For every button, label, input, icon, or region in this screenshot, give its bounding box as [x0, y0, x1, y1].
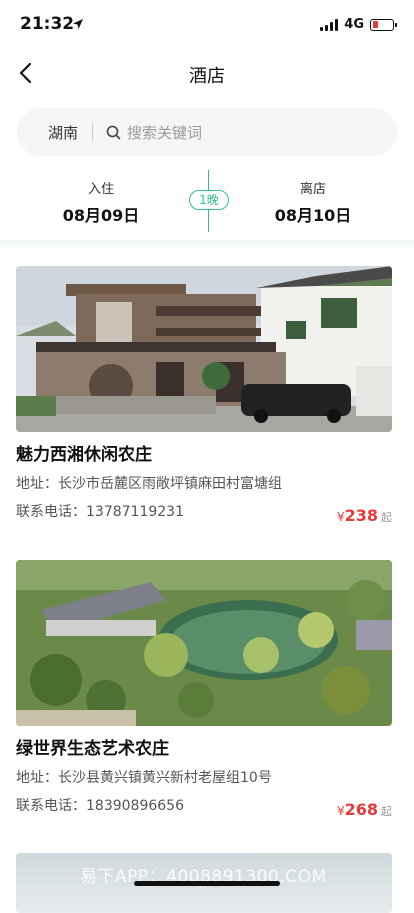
hotel-card[interactable]: 绿世界生态艺术农庄 地址：长沙县黄兴镇黄兴新村老屋组10号 联系电话：18390…: [16, 560, 392, 826]
hotel-name: 魅力西湘休闲农庄: [16, 445, 152, 465]
status-time: 21:32: [20, 14, 75, 34]
currency-symbol: ¥: [336, 510, 345, 524]
hotel-phone: 联系电话：13787119231: [16, 504, 184, 520]
nav-bar: 酒店: [0, 50, 414, 96]
nights-divider-top: [208, 170, 209, 190]
location-arrow-icon: [73, 19, 83, 29]
hotel-price: ¥238 起: [337, 506, 392, 525]
battery-icon: [370, 18, 397, 31]
search-divider: [92, 123, 94, 141]
hotel-address: 地址：长沙县黄兴镇黄兴新村老屋组10号: [16, 770, 272, 786]
checkin-value: 08月09日: [62, 206, 140, 225]
search-icon: [106, 125, 121, 140]
hotel-photo: [16, 560, 392, 726]
search-bar[interactable]: 湖南 搜索关键词: [17, 108, 397, 156]
hotel-phone: 联系电话：18390896656: [16, 798, 184, 814]
hotel-price: ¥268 起: [337, 800, 392, 819]
checkout-value: 08月10日: [274, 206, 352, 225]
price-suffix: 起: [381, 511, 392, 524]
price-value: 268: [344, 800, 378, 819]
hotel-photo: [16, 266, 392, 432]
signal-icon: [320, 18, 339, 31]
hotel-card[interactable]: 魅力西湘休闲农庄 地址：长沙市岳麓区雨敞坪镇麻田村富塘组 联系电话：137871…: [16, 266, 392, 532]
home-indicator[interactable]: [134, 881, 280, 886]
search-input[interactable]: 搜索关键词: [127, 122, 202, 143]
price-value: 238: [344, 506, 378, 525]
status-right: 4G: [320, 17, 397, 32]
currency-symbol: ¥: [336, 804, 345, 818]
checkout-label: 离店: [299, 182, 326, 197]
section-shadow: [0, 240, 414, 252]
status-bar: 21:32 4G: [0, 0, 414, 50]
city-selector[interactable]: 湖南: [48, 122, 78, 143]
network-type: 4G: [344, 17, 364, 32]
hotel-address: 地址：长沙市岳麓区雨敞坪镇麻田村富塘组: [16, 476, 282, 492]
hotel-name: 绿世界生态艺术农庄: [16, 739, 169, 759]
checkin-date[interactable]: 入住 08月09日: [60, 178, 142, 226]
checkin-label: 入住: [87, 182, 114, 197]
page-title: 酒店: [189, 66, 225, 87]
checkout-date[interactable]: 离店 08月10日: [272, 178, 354, 226]
nights-divider-bottom: [208, 210, 209, 232]
nights-badge: 1晚: [189, 190, 229, 210]
price-suffix: 起: [381, 805, 392, 818]
